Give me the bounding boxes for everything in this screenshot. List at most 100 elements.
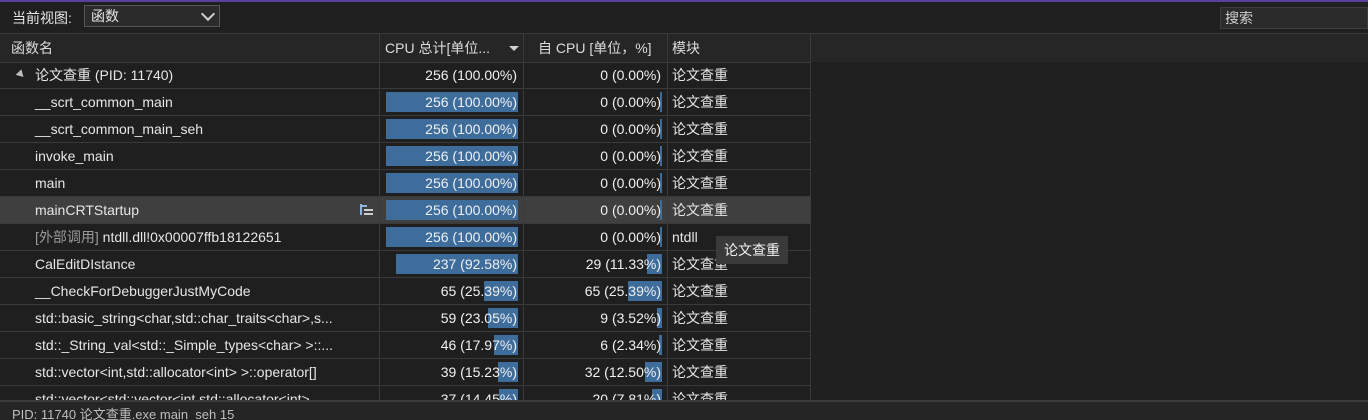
table-row[interactable]: std::basic_string<char,std::char_traits<… <box>0 305 811 332</box>
view-select[interactable]: 函数 <box>84 5 220 27</box>
function-name-cell: std::vector<int,std::allocator<int> >::o… <box>0 359 380 385</box>
external-call-prefix: [外部调用] <box>35 229 99 245</box>
cell-value: 0 (0.00%) <box>600 148 661 164</box>
column-header-self-cpu[interactable]: 自 CPU [单位，%] <box>524 34 668 62</box>
cpu-total-cell: 59 (23.05%) <box>380 305 524 331</box>
self-cpu-cell: 65 (25.39%) <box>524 278 668 304</box>
table-row[interactable]: [外部调用] ntdll.dll!0x00007ffb18122651 256 (… <box>0 224 811 251</box>
module-cell: 论文查重 <box>668 332 811 358</box>
view-source-icon[interactable] <box>360 204 373 216</box>
cell-value: 0 (0.00%) <box>600 202 661 218</box>
module-cell: 论文查重 <box>668 359 811 385</box>
module-cell: 论文查重 <box>668 305 811 331</box>
module-cell: 论文查重 <box>668 278 811 304</box>
sort-descending-icon <box>509 46 519 51</box>
function-name: mainCRTStartup <box>35 202 140 218</box>
table-row[interactable]: main 256 (100.00%) 0 (0.00%) 论文查重 <box>0 170 811 197</box>
cell-value: 256 (100.00%) <box>425 148 517 164</box>
cell-value: 237 (92.58%) <box>432 256 517 272</box>
table-row[interactable]: invoke_main 256 (100.00%) 0 (0.00%) 论文查重 <box>0 143 811 170</box>
module-cell: 论文查重 <box>668 170 811 196</box>
function-name: main <box>35 175 66 191</box>
column-header-label: 自 CPU [单位，%] <box>538 40 652 56</box>
cell-value: 256 (100.00%) <box>425 67 517 83</box>
table-row[interactable]: 论文查重 (PID: 11740) 256 (100.00%) 0 (0.00%) 论… <box>0 62 811 89</box>
cpu-total-cell: 256 (100.00%) <box>380 170 524 196</box>
function-name: ntdll.dll!0x00007ffb18122651 <box>102 229 282 245</box>
function-name: 论文查重 (PID: 11740) <box>35 67 174 83</box>
cell-value: 256 (100.00%) <box>425 229 517 245</box>
table-row[interactable]: CalEditDIstance 237 (92.58%) 29 (11.33%) 论文… <box>0 251 811 278</box>
self-cpu-cell: 0 (0.00%) <box>524 143 668 169</box>
empty-pane <box>811 62 1368 400</box>
self-cpu-cell: 9 (3.52%) <box>524 305 668 331</box>
function-name-cell: [外部调用] ntdll.dll!0x00007ffb18122651 <box>0 224 380 250</box>
cpu-total-cell: 39 (15.23%) <box>380 359 524 385</box>
cpu-total-cell: 46 (17.97%) <box>380 332 524 358</box>
chevron-down-icon <box>200 6 216 22</box>
toolbar: 当前视图: 函数 <box>0 2 1368 32</box>
table-row[interactable]: std::_String_val<std::_Simple_types<char… <box>0 332 811 359</box>
function-name-cell: __scrt_common_main <box>0 89 380 115</box>
status-strip: PID: 11740 论文查重.exe main_seh 15 <box>0 400 1368 420</box>
function-name-cell: std::_String_val<std::_Simple_types<char… <box>0 332 380 358</box>
cpu-total-cell: 256 (100.00%) <box>380 89 524 115</box>
function-name-cell: 论文查重 (PID: 11740) <box>0 62 380 88</box>
cell-value: 6 (2.34%) <box>600 337 661 353</box>
function-name-cell: CalEditDIstance <box>0 251 380 277</box>
view-select-value: 函数 <box>91 8 119 24</box>
function-table: 论文查重 (PID: 11740) 256 (100.00%) 0 (0.00%) 论… <box>0 62 811 413</box>
self-cpu-cell: 0 (0.00%) <box>524 116 668 142</box>
status-text: PID: 11740 论文查重.exe main_seh 15 <box>12 407 235 420</box>
column-header-module[interactable]: 模块 <box>668 34 811 62</box>
function-name-cell: invoke_main <box>0 143 380 169</box>
table-row[interactable]: mainCRTStartup 256 (100.00%) 0 (0.00%) 论文查重 <box>0 197 811 224</box>
function-name: __scrt_common_main_seh <box>35 121 204 137</box>
cpu-total-cell: 256 (100.00%) <box>380 116 524 142</box>
cell-value: 0 (0.00%) <box>600 67 661 83</box>
column-header-function-name[interactable]: 函数名 <box>0 34 380 62</box>
self-cpu-cell: 0 (0.00%) <box>524 89 668 115</box>
table-row[interactable]: std::vector<int,std::allocator<int> >::o… <box>0 359 811 386</box>
cell-value: 0 (0.00%) <box>600 229 661 245</box>
table-row[interactable]: __scrt_common_main_seh 256 (100.00%) 0 (0.… <box>0 116 811 143</box>
cell-value: 0 (0.00%) <box>600 175 661 191</box>
current-view-label: 当前视图: <box>12 10 72 26</box>
column-header-label: 模块 <box>672 40 700 56</box>
function-name-cell: mainCRTStartup <box>0 197 380 223</box>
function-name-cell: std::basic_string<char,std::char_traits<… <box>0 305 380 331</box>
table-row[interactable]: __scrt_common_main 256 (100.00%) 0 (0.00%)… <box>0 89 811 116</box>
self-cpu-cell: 32 (12.50%) <box>524 359 668 385</box>
cell-value: 46 (17.97%) <box>440 337 517 353</box>
module-cell: 论文查重 <box>668 197 811 223</box>
table-row[interactable]: __CheckForDebuggerJustMyCode 65 (25.39%) 6… <box>0 278 811 305</box>
function-name-cell: main <box>0 170 380 196</box>
cell-value: 9 (3.52%) <box>600 310 661 326</box>
function-name: invoke_main <box>35 148 114 164</box>
module-cell: 论文查重 <box>668 62 811 88</box>
cell-value: 59 (23.05%) <box>440 310 517 326</box>
module-tooltip: 论文查重 <box>716 236 788 264</box>
self-cpu-cell: 0 (0.00%) <box>524 197 668 223</box>
cell-value: 29 (11.33%) <box>585 256 661 272</box>
cell-value: 256 (100.00%) <box>425 121 517 137</box>
cell-value: 0 (0.00%) <box>600 121 661 137</box>
function-name-cell: __CheckForDebuggerJustMyCode <box>0 278 380 304</box>
expand-collapse-icon[interactable] <box>15 69 27 80</box>
search-input[interactable] <box>1220 7 1368 29</box>
function-name: CalEditDIstance <box>35 256 136 272</box>
function-name: __CheckForDebuggerJustMyCode <box>35 283 251 299</box>
self-cpu-cell: 6 (2.34%) <box>524 332 668 358</box>
module-cell: 论文查重 <box>668 116 811 142</box>
column-header-cpu-total[interactable]: CPU 总计[单位... <box>380 34 524 62</box>
table-header: 函数名 CPU 总计[单位... 自 CPU [单位，%] 模块 <box>0 33 1368 63</box>
cpu-total-cell: 256 (100.00%) <box>380 62 524 88</box>
function-name-cell: __scrt_common_main_seh <box>0 116 380 142</box>
module-cell: 论文查重 <box>668 89 811 115</box>
self-cpu-cell: 29 (11.33%) <box>524 251 668 277</box>
function-name: std::basic_string<char,std::char_traits<… <box>35 310 333 326</box>
cell-value: 256 (100.00%) <box>425 94 517 110</box>
cpu-total-cell: 237 (92.58%) <box>380 251 524 277</box>
self-cpu-cell: 0 (0.00%) <box>524 224 668 250</box>
cell-value: 39 (15.23%) <box>440 364 517 380</box>
